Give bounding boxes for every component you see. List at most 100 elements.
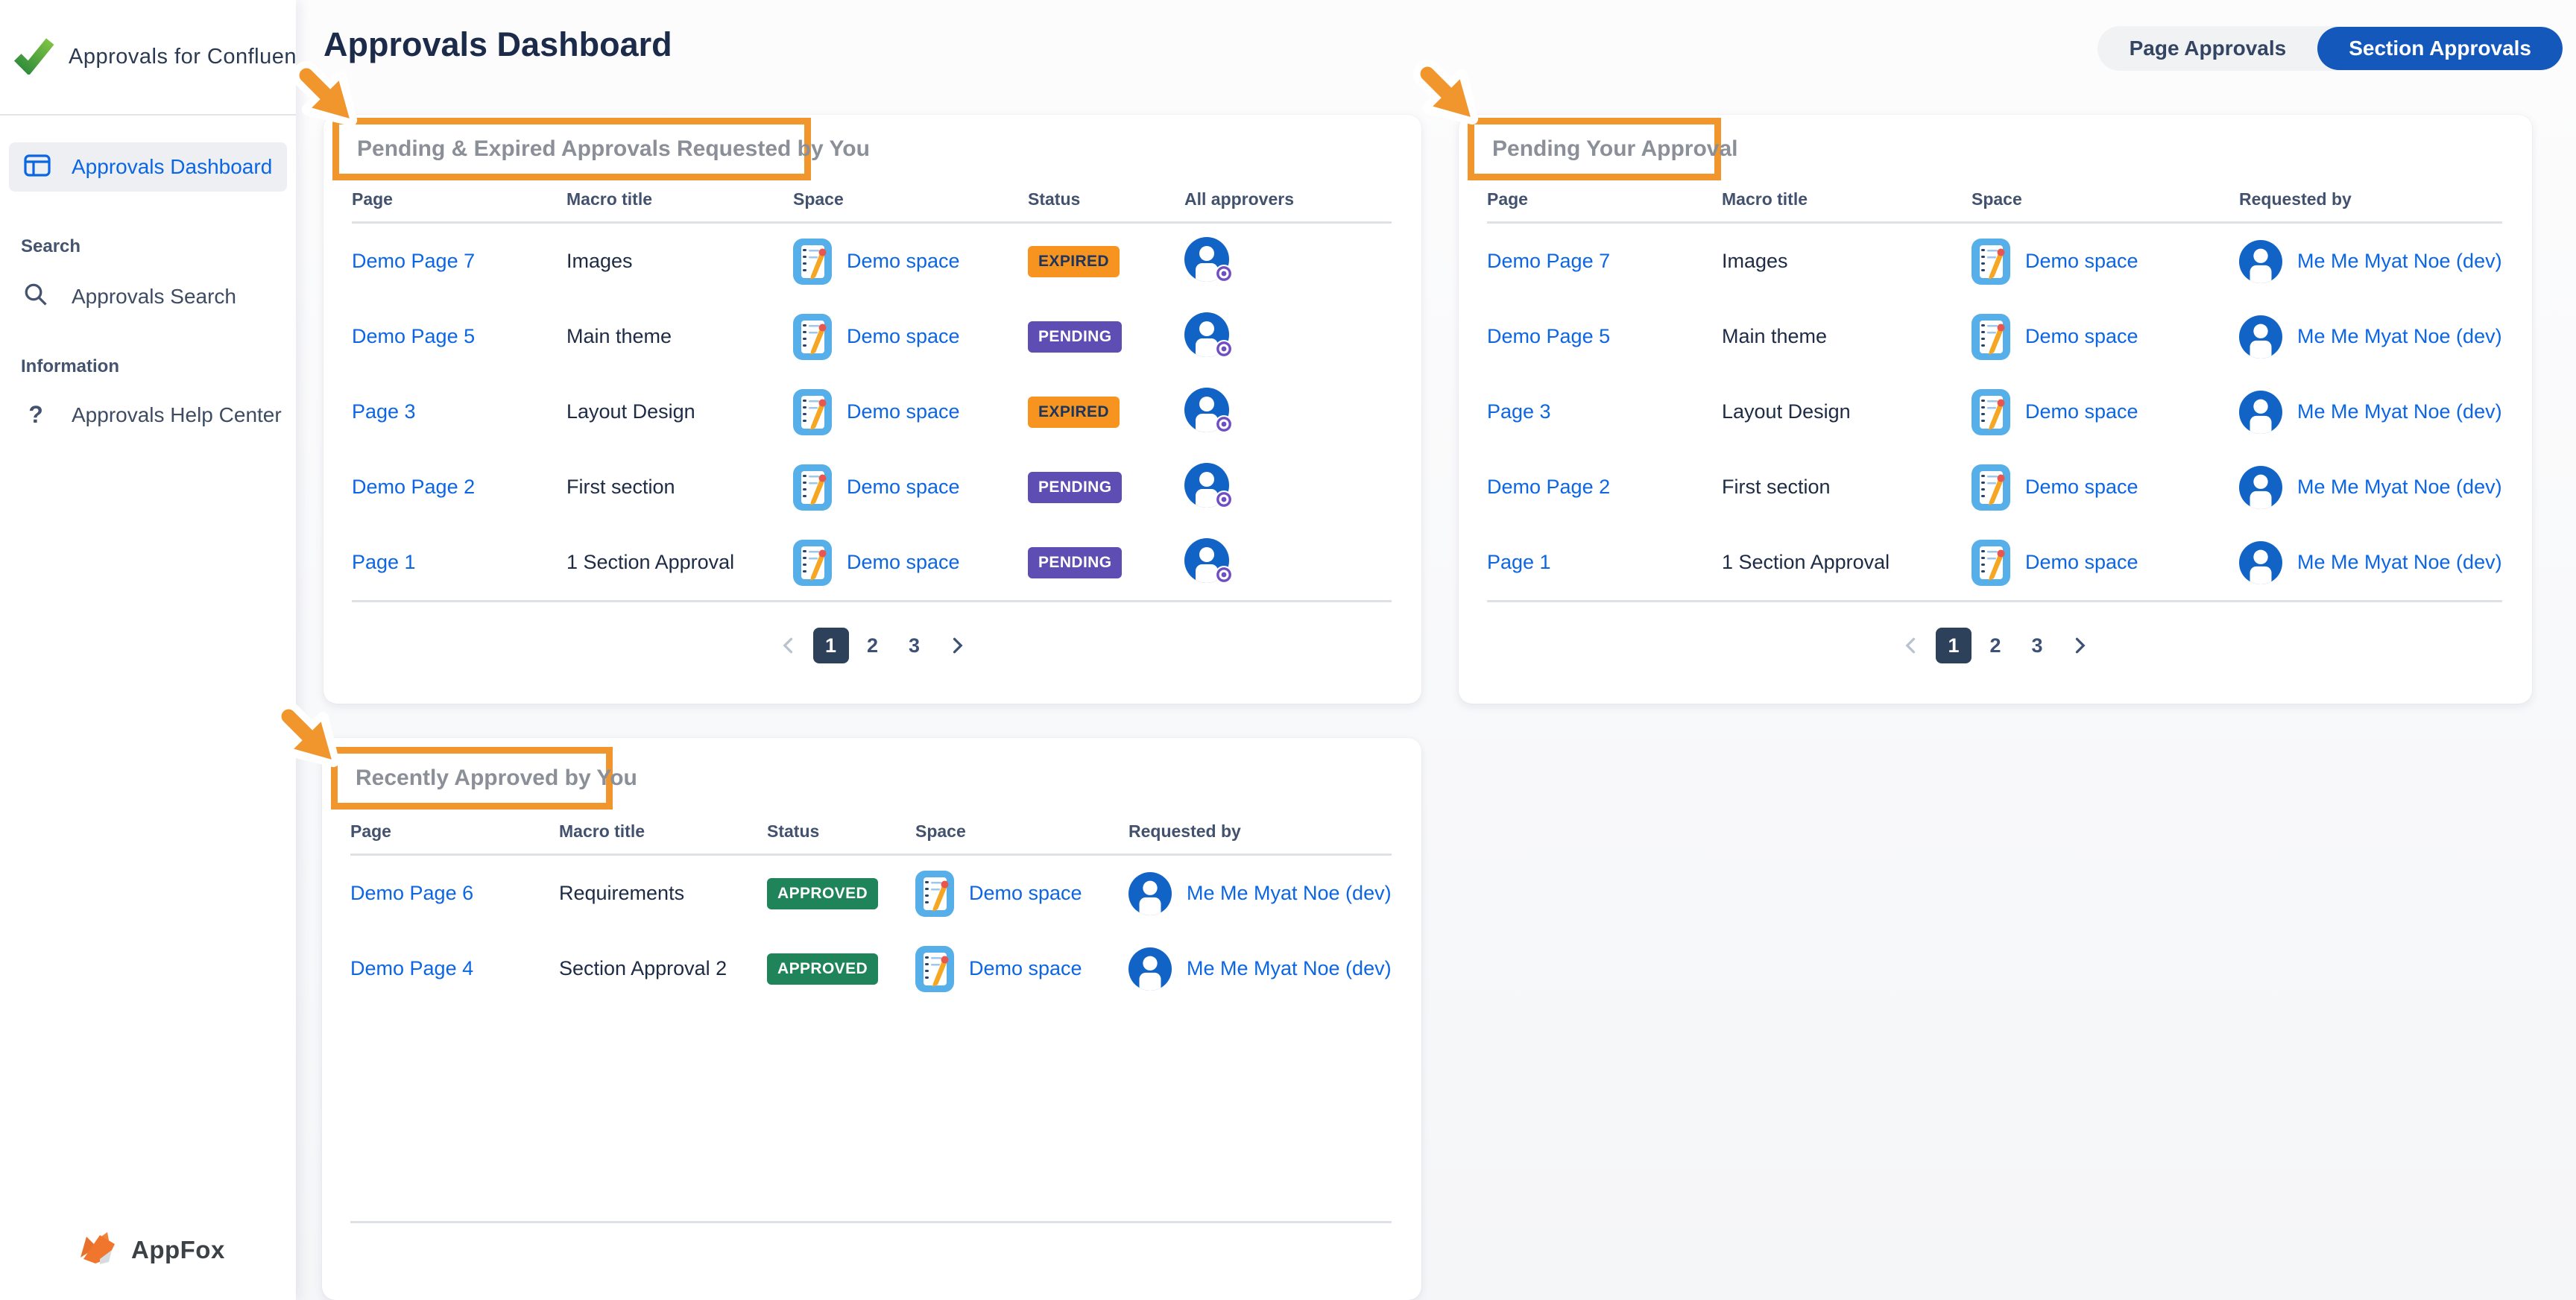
annotation-arrow <box>1406 52 1489 139</box>
space-link[interactable]: Demo space <box>2025 325 2138 348</box>
table-header: Page Macro title Space Status All approv… <box>352 189 1392 224</box>
space-link[interactable]: Demo space <box>2025 250 2138 273</box>
space-link[interactable]: Demo space <box>2025 476 2138 499</box>
table-row: Page 3 Layout Design Demo space Me Me My… <box>1487 374 2502 449</box>
page-link[interactable]: Demo Page 7 <box>1487 250 1610 272</box>
page-number-2[interactable]: 2 <box>1977 628 2013 663</box>
annotation-box: Pending & Expired Approvals Requested by… <box>332 118 811 180</box>
approver-avatar-icon[interactable] <box>1184 312 1229 357</box>
space-icon <box>793 464 832 511</box>
space-link[interactable]: Demo space <box>969 957 1082 980</box>
space-link[interactable]: Demo space <box>847 400 960 423</box>
sidebar-item-label: Approvals Search <box>72 285 236 309</box>
space-icon <box>793 239 832 285</box>
prev-page-button[interactable] <box>1894 628 1930 663</box>
sidebar-item-approvals-search[interactable]: Approvals Search <box>0 281 296 312</box>
page-link[interactable]: Demo Page 6 <box>350 882 473 904</box>
page-link[interactable]: Page 1 <box>1487 551 1551 573</box>
status-badge: PENDING <box>1028 321 1122 353</box>
table-header: Page Macro title Space Requested by <box>1487 189 2502 224</box>
macro-title: Section Approval 2 <box>559 957 767 980</box>
page-link[interactable]: Demo Page 5 <box>1487 325 1610 347</box>
macro-title: Requirements <box>559 882 767 905</box>
card-pending-your-approval: Pending Your Approval Page Macro title S… <box>1459 115 2532 704</box>
sidebar: Approvals for Confluence Approvals Dashb… <box>0 0 296 1300</box>
page-link[interactable]: Demo Page 5 <box>352 325 475 347</box>
page-number-3[interactable]: 3 <box>2019 628 2055 663</box>
approver-avatar-icon[interactable] <box>1184 388 1229 432</box>
requested-by-link[interactable]: Me Me Myat Noe (dev) <box>2297 325 2502 348</box>
approver-pending-badge-icon <box>1214 490 1234 509</box>
sidebar-section-information: Information <box>0 356 296 377</box>
space-icon <box>1972 464 2010 511</box>
page-link[interactable]: Demo Page 4 <box>350 957 473 979</box>
column-header-requested-by: Requested by <box>2239 189 2502 209</box>
requested-by-link[interactable]: Me Me Myat Noe (dev) <box>2297 400 2502 423</box>
space-link[interactable]: Demo space <box>847 551 960 574</box>
space-link[interactable]: Demo space <box>2025 551 2138 574</box>
help-icon: ? <box>22 401 49 429</box>
column-header-page: Page <box>1487 189 1722 209</box>
page-number-2[interactable]: 2 <box>855 628 891 663</box>
table-row: Demo Page 2 First section Demo space Me … <box>1487 449 2502 525</box>
prev-page-button[interactable] <box>771 628 807 663</box>
app-logo-text: Approvals for Confluence <box>69 45 296 69</box>
status-badge: PENDING <box>1028 472 1122 503</box>
sidebar-item-approvals-dashboard[interactable]: Approvals Dashboard <box>9 142 287 192</box>
pagination: 1 2 3 <box>323 628 1421 663</box>
approver-avatar-icon[interactable] <box>1184 237 1229 282</box>
column-header-macro-title: Macro title <box>1722 189 1972 209</box>
appfox-brand-text: AppFox <box>131 1236 225 1264</box>
space-link[interactable]: Demo space <box>969 882 1082 905</box>
next-page-button[interactable] <box>2061 628 2097 663</box>
column-header-space: Space <box>1972 189 2239 209</box>
column-header-page: Page <box>352 189 566 209</box>
approver-pending-badge-icon <box>1214 339 1234 359</box>
main-content: Approvals Dashboard Page Approvals Secti… <box>296 0 2576 1300</box>
column-header-space: Space <box>915 821 1128 842</box>
space-link[interactable]: Demo space <box>2025 400 2138 423</box>
page-number-3[interactable]: 3 <box>897 628 932 663</box>
status-badge: APPROVED <box>767 878 878 909</box>
column-header-status: Status <box>767 821 915 842</box>
fox-logo-icon <box>75 1229 124 1270</box>
sidebar-item-label: Approvals Help Center <box>72 403 282 427</box>
page-title: Approvals Dashboard <box>323 25 672 64</box>
dashboard-icon <box>24 154 51 180</box>
user-avatar-icon <box>2239 466 2282 509</box>
table-row: Demo Page 5 Main theme Demo space PENDIN… <box>352 299 1392 374</box>
sidebar-item-approvals-help-center[interactable]: ? Approvals Help Center <box>0 401 296 429</box>
approver-pending-badge-icon <box>1214 414 1234 434</box>
table-row: Demo Page 6 Requirements APPROVED Demo s… <box>350 856 1392 931</box>
user-avatar-icon <box>2239 391 2282 434</box>
requested-by-link[interactable]: Me Me Myat Noe (dev) <box>2297 476 2502 499</box>
annotation-box: Recently Approved by You <box>331 747 613 810</box>
space-link[interactable]: Demo space <box>847 250 960 273</box>
requested-by-link[interactable]: Me Me Myat Noe (dev) <box>1187 957 1392 980</box>
page-number-1[interactable]: 1 <box>1936 628 1972 663</box>
requested-by-link[interactable]: Me Me Myat Noe (dev) <box>2297 250 2502 273</box>
appfox-branding: AppFox <box>75 1229 225 1270</box>
page-link[interactable]: Page 3 <box>352 400 416 423</box>
page-approvals-button[interactable]: Page Approvals <box>2098 27 2318 70</box>
column-header-status: Status <box>1028 189 1184 209</box>
approver-avatar-icon[interactable] <box>1184 463 1229 508</box>
section-approvals-button[interactable]: Section Approvals <box>2317 27 2563 70</box>
page-link[interactable]: Demo Page 2 <box>352 476 475 498</box>
macro-title: Main theme <box>566 325 793 348</box>
space-link[interactable]: Demo space <box>847 476 960 499</box>
page-link[interactable]: Page 1 <box>352 551 416 573</box>
page-number-1[interactable]: 1 <box>813 628 849 663</box>
table-row: Page 1 1 Section Approval Demo space PEN… <box>352 525 1392 600</box>
requested-by-link[interactable]: Me Me Myat Noe (dev) <box>1187 882 1392 905</box>
page-link[interactable]: Demo Page 2 <box>1487 476 1610 498</box>
approver-avatar-icon[interactable] <box>1184 538 1229 583</box>
macro-title: 1 Section Approval <box>1722 551 1972 574</box>
space-link[interactable]: Demo space <box>847 325 960 348</box>
page-link[interactable]: Demo Page 7 <box>352 250 475 272</box>
requested-by-link[interactable]: Me Me Myat Noe (dev) <box>2297 551 2502 574</box>
page-link[interactable]: Page 3 <box>1487 400 1551 423</box>
user-avatar-icon <box>1128 872 1172 915</box>
table-row: Demo Page 5 Main theme Demo space Me Me … <box>1487 299 2502 374</box>
next-page-button[interactable] <box>938 628 974 663</box>
